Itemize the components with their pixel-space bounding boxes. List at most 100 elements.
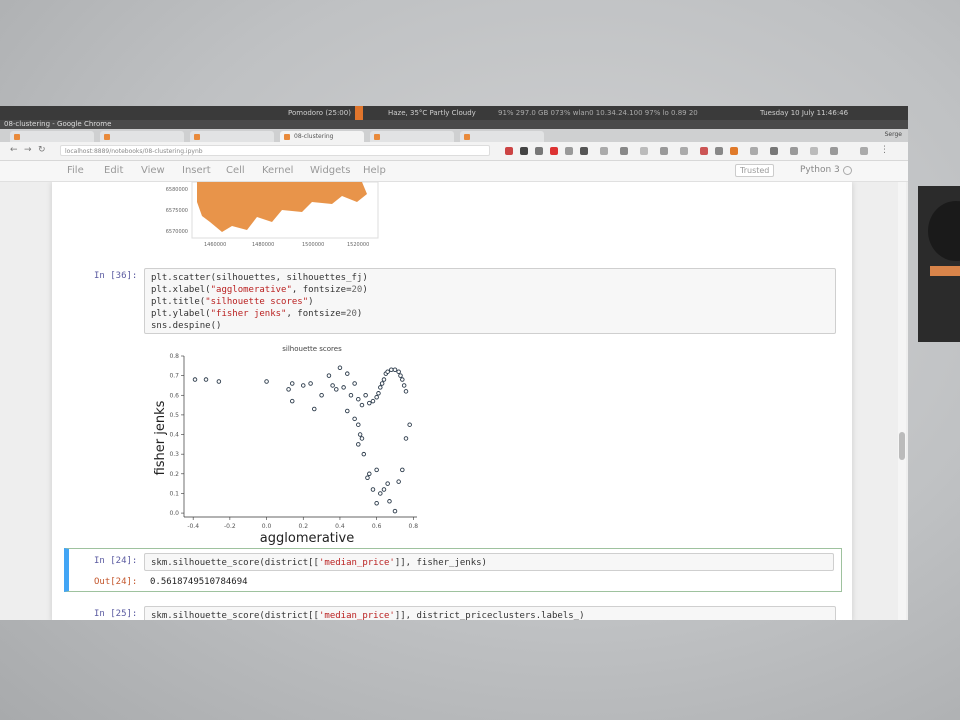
scatter-point (352, 381, 357, 386)
extension-icon[interactable] (620, 147, 628, 155)
extension-icon[interactable] (860, 147, 868, 155)
extension-icon[interactable] (830, 147, 838, 155)
notebook-scrollbar[interactable] (898, 182, 906, 620)
system-stats: 91% 297.0 GB 073% wlan0 10.34.24.100 97%… (498, 109, 698, 117)
menu-dots-icon[interactable]: ⋮ (880, 145, 889, 155)
scatter-point (301, 383, 306, 388)
scatter-point (370, 398, 376, 404)
menu-help[interactable]: Help (363, 165, 386, 176)
url-field[interactable]: localhost:8889/notebooks/08-clustering.i… (60, 145, 490, 156)
extension-icon[interactable] (565, 147, 573, 155)
x-tick-label: -0.2 (224, 523, 236, 530)
extension-icon[interactable] (640, 147, 648, 155)
scatter-point (389, 367, 394, 372)
scatter-point (356, 442, 361, 447)
tab-favicon-icon (284, 134, 290, 140)
scatter-point (392, 508, 398, 514)
tab-favicon-icon (104, 134, 110, 140)
browser-tab-active[interactable]: 08-clustering (280, 131, 364, 142)
x-tick-label: 0.6 (372, 523, 382, 530)
webcam-inset (918, 186, 960, 342)
menu-file[interactable]: File (67, 165, 84, 176)
weather-text: Haze, 35°C Partly Cloudy (388, 109, 476, 117)
pomodoro-timer[interactable]: Pomodoro (25:00) (288, 106, 351, 120)
reload-icon[interactable]: ↻ (38, 145, 46, 155)
scatter-point (312, 406, 317, 412)
extension-icon[interactable] (700, 147, 708, 155)
menu-insert[interactable]: Insert (182, 165, 211, 176)
browser-tab[interactable] (10, 131, 94, 142)
scatter-point (352, 416, 357, 422)
scatter-point (396, 369, 401, 374)
scatter-point (403, 389, 409, 394)
timer-badge (355, 106, 364, 120)
extension-icon[interactable] (680, 147, 688, 155)
menu-widgets[interactable]: Widgets (310, 165, 350, 176)
profile-name[interactable]: Serge (885, 131, 902, 138)
scatter-point (381, 377, 387, 382)
tab-favicon-icon (464, 134, 470, 140)
extension-icon[interactable] (790, 147, 798, 155)
scatter-point (356, 422, 361, 427)
scatter-point (365, 475, 370, 480)
kernel-name[interactable]: Python 3 (800, 165, 840, 175)
extension-icon[interactable] (730, 147, 738, 155)
forward-arrow-icon[interactable]: → (24, 145, 32, 155)
browser-tab[interactable] (460, 131, 544, 142)
x-tick-label: -0.4 (187, 523, 199, 530)
extension-icon[interactable] (715, 147, 723, 155)
scatter-point (359, 436, 365, 441)
extension-icon[interactable] (505, 147, 513, 155)
code-cell-36[interactable]: plt.scatter(silhouettes, silhouettes_fj)… (144, 268, 836, 334)
code-line: plt.xlabel("agglomerative", fontsize=20) (151, 285, 368, 295)
map-y-tick: 6575000 (166, 208, 188, 214)
extension-icon[interactable] (770, 147, 778, 155)
code-line: sns.despine() (151, 321, 222, 331)
code-cell-25[interactable]: skm.silhouette_score(district[['median_p… (144, 606, 836, 620)
scatter-point (216, 379, 222, 384)
extension-icon[interactable] (810, 147, 818, 155)
extension-icon[interactable] (750, 147, 758, 155)
extension-icon[interactable] (535, 147, 543, 155)
browser-tab[interactable] (100, 131, 184, 142)
map-region (197, 182, 367, 232)
scatter-point (398, 373, 403, 378)
notebook-area: 6580000 6575000 6570000 1460000 1480000 … (0, 182, 908, 620)
cell-input-prompt: In [25]: (94, 609, 138, 619)
extension-icon[interactable] (550, 147, 558, 155)
map-x-tick: 1500000 (302, 242, 324, 248)
menu-cell[interactable]: Cell (226, 165, 245, 176)
y-tick-label: 0.3 (169, 451, 179, 458)
scatter-point (203, 377, 209, 382)
x-tick-label: 0.2 (298, 523, 308, 530)
browser-tab[interactable] (370, 131, 454, 142)
browser-tab[interactable] (190, 131, 274, 142)
scatter-point (374, 467, 379, 473)
projected-screen: Pomodoro (25:00) Haze, 35°C Partly Cloud… (0, 0, 960, 720)
y-tick-label: 0.1 (169, 490, 179, 497)
tab-favicon-icon (194, 134, 200, 140)
y-tick-label: 0.5 (169, 412, 179, 419)
scroll-thumb[interactable] (899, 432, 905, 460)
scatter-point (345, 371, 350, 376)
extension-icon[interactable] (600, 147, 608, 155)
extension-icon[interactable] (660, 147, 668, 155)
menu-edit[interactable]: Edit (104, 165, 123, 176)
notebook-page: 6580000 6575000 6570000 1460000 1480000 … (52, 182, 852, 620)
code-cell-24[interactable]: skm.silhouette_score(district[['median_p… (144, 553, 834, 571)
scatter-point (361, 451, 367, 457)
back-arrow-icon[interactable]: ← (10, 145, 18, 155)
scatter-point (400, 467, 405, 473)
x-ticks: -0.4 -0.2 0.0 0.2 0.4 0.6 0.8 (187, 517, 418, 530)
scatter-points (192, 365, 412, 514)
trusted-badge[interactable]: Trusted (735, 164, 775, 177)
scatter-point (289, 398, 295, 404)
menu-view[interactable]: View (141, 165, 165, 176)
scatter-point (192, 377, 198, 382)
x-tick-label: 0.4 (335, 523, 345, 530)
menu-kernel[interactable]: Kernel (262, 165, 293, 176)
extension-icon[interactable] (580, 147, 588, 155)
code-line: plt.title("silhouette scores") (151, 297, 314, 307)
extension-icon[interactable] (520, 147, 528, 155)
scatter-point (289, 381, 295, 386)
